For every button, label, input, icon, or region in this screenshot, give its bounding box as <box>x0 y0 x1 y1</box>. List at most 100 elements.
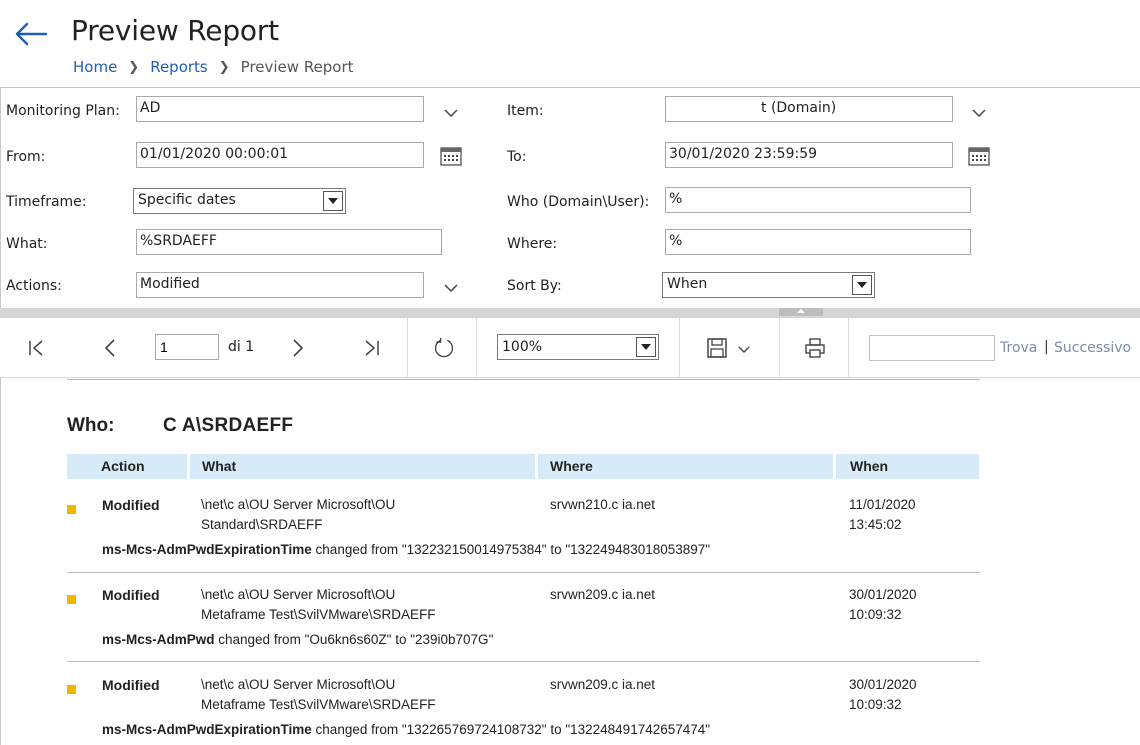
from-calendar-icon[interactable] <box>439 144 463 168</box>
row-when-time: 10:09:32 <box>849 607 902 622</box>
monitoring-plan-chevron-down-icon[interactable] <box>442 104 460 122</box>
row-change: changed from "132232150014975384" to "13… <box>311 542 711 557</box>
monitoring-plan-field[interactable]: AD <box>136 96 424 122</box>
to-calendar-icon[interactable] <box>967 144 991 168</box>
row-action: Modified <box>102 587 160 603</box>
what-label: What: <box>6 236 48 252</box>
item-label: Item: <box>507 103 544 119</box>
splitter-bar[interactable] <box>0 308 1140 318</box>
previous-page-icon[interactable] <box>98 336 122 360</box>
sortby-label: Sort By: <box>507 278 562 294</box>
actions-chevron-down-icon[interactable] <box>442 279 460 297</box>
divider <box>407 318 408 378</box>
row-what-line1: \net\c a\OU Server Microsoft\OU <box>201 677 396 692</box>
monitoring-plan-label: Monitoring Plan: <box>6 103 120 119</box>
dropdown-arrow-icon <box>636 337 656 357</box>
page-title: Preview Report <box>71 14 279 47</box>
row-when-time: 10:09:32 <box>849 697 902 712</box>
find-next-link[interactable]: Successivo <box>1054 340 1131 356</box>
divider <box>679 318 680 378</box>
row-detail: ms-Mcs-AdmPwd changed from "Ou6kn6s60Z" … <box>102 632 493 647</box>
breadcrumb-separator-icon: ❯ <box>218 59 230 75</box>
divider <box>0 87 1 745</box>
column-header-where: Where <box>538 454 833 479</box>
zoom-value: 100% <box>502 339 543 355</box>
row-detail: ms-Mcs-AdmPwdExpirationTime changed from… <box>102 722 710 737</box>
actions-field[interactable]: Modified <box>136 272 424 298</box>
row-where: srvwn209.c ia.net <box>550 677 656 692</box>
back-arrow-icon[interactable] <box>14 20 50 50</box>
where-label: Where: <box>507 236 558 252</box>
row-change: changed from "Ou6kn6s60Z" to "239i0b707G… <box>214 632 494 647</box>
column-header-when: When <box>836 454 979 479</box>
row-bullet-icon <box>67 685 76 694</box>
find-link[interactable]: Trova <box>1000 340 1037 356</box>
save-chevron-down-icon[interactable] <box>736 342 752 358</box>
row-when-date: 30/01/2020 <box>849 587 917 602</box>
zoom-select[interactable]: 100% <box>497 334 659 360</box>
report-who-label: Who: <box>67 415 115 436</box>
row-where: srvwn210.c ia.net <box>550 497 656 512</box>
breadcrumb: Home ❯ Reports ❯ Preview Report <box>73 58 354 76</box>
row-action: Modified <box>102 497 160 513</box>
to-label: To: <box>507 149 527 165</box>
find-input[interactable] <box>869 335 995 361</box>
where-input[interactable]: % <box>665 229 971 255</box>
breadcrumb-current: Preview Report <box>240 58 354 76</box>
divider <box>67 379 980 380</box>
from-label: From: <box>6 149 46 165</box>
row-where: srvwn209.c ia.net <box>550 587 656 602</box>
row-what-line2: Standard\SRDAEFF <box>201 517 323 532</box>
save-icon[interactable] <box>705 336 729 360</box>
column-header-action: Action <box>67 454 187 479</box>
who-label: Who (Domain\User): <box>507 194 650 210</box>
row-what-line2: Metaframe Test\SvilVMware\SRDAEFF <box>201 697 436 712</box>
first-page-icon[interactable] <box>24 336 48 360</box>
divider <box>67 572 980 573</box>
divider <box>67 661 980 662</box>
item-field[interactable]: t (Domain) <box>665 96 953 122</box>
collapse-grip-icon[interactable] <box>779 308 823 316</box>
row-attribute: ms-Mcs-AdmPwd <box>102 632 215 647</box>
find-separator: | <box>1044 339 1049 355</box>
to-date-input[interactable]: 30/01/2020 23:59:59 <box>665 142 953 168</box>
page-count-label: di 1 <box>228 339 255 355</box>
refresh-icon[interactable] <box>430 334 458 362</box>
report-who-value: C A\SRDAEFF <box>163 415 294 436</box>
who-input[interactable]: % <box>665 187 971 213</box>
print-icon[interactable] <box>803 336 827 360</box>
actions-label: Actions: <box>6 278 62 294</box>
dropdown-arrow-icon <box>852 275 872 295</box>
what-input[interactable]: %SRDAEFF <box>136 229 442 255</box>
next-page-icon[interactable] <box>286 336 310 360</box>
column-header-what: What <box>190 454 535 479</box>
timeframe-select[interactable]: Specific dates <box>133 188 346 214</box>
row-change: changed from "132265769724108732" to "13… <box>311 722 711 737</box>
item-chevron-down-icon[interactable] <box>970 104 988 122</box>
row-what-line2: Metaframe Test\SvilVMware\SRDAEFF <box>201 607 436 622</box>
timeframe-label: Timeframe: <box>6 194 87 210</box>
row-action: Modified <box>102 677 160 693</box>
row-when-date: 11/01/2020 <box>849 497 916 512</box>
breadcrumb-reports[interactable]: Reports <box>150 58 208 76</box>
row-attribute: ms-Mcs-AdmPwdExpirationTime <box>102 722 312 737</box>
row-what-line1: \net\c a\OU Server Microsoft\OU <box>201 497 396 512</box>
divider <box>779 318 780 378</box>
from-date-input[interactable]: 01/01/2020 00:00:01 <box>136 142 424 168</box>
row-bullet-icon <box>67 595 76 604</box>
breadcrumb-separator-icon: ❯ <box>128 59 140 75</box>
row-bullet-icon <box>67 505 76 514</box>
row-when-time: 13:45:02 <box>849 517 902 532</box>
last-page-icon[interactable] <box>360 336 384 360</box>
row-detail: ms-Mcs-AdmPwdExpirationTime changed from… <box>102 542 710 557</box>
page-number-input[interactable] <box>155 334 219 360</box>
row-attribute: ms-Mcs-AdmPwdExpirationTime <box>102 542 312 557</box>
row-when-date: 30/01/2020 <box>849 677 917 692</box>
divider <box>0 87 1140 88</box>
sortby-select[interactable]: When <box>662 272 875 298</box>
sortby-value: When <box>667 276 708 292</box>
divider <box>476 318 477 378</box>
dropdown-arrow-icon <box>323 191 343 211</box>
timeframe-value: Specific dates <box>138 192 236 208</box>
breadcrumb-home[interactable]: Home <box>73 58 117 76</box>
